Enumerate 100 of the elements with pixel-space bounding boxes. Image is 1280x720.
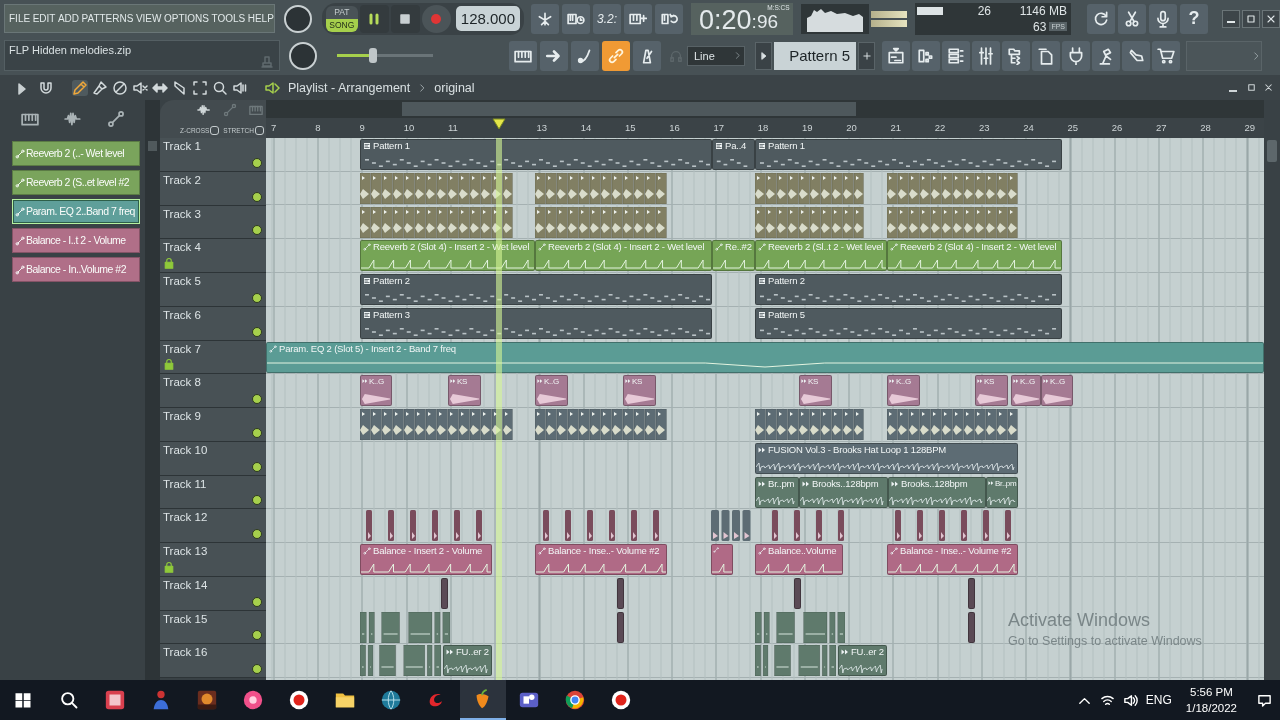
clip-label: K..G: [1050, 377, 1065, 388]
countdown-button[interactable]: 3.2:: [593, 3, 622, 34]
track-header[interactable]: Track 1: [160, 138, 266, 172]
arrangement-name[interactable]: original: [434, 80, 475, 95]
clip-label: K..G: [544, 377, 559, 388]
sample-clip[interactable]: KS: [975, 375, 1008, 407]
automation-clip[interactable]: Balance - Inse..- Volume #2: [535, 544, 667, 575]
track-header[interactable]: Track 15: [160, 610, 266, 645]
automation-clip[interactable]: Balance..Volume: [755, 544, 843, 575]
track-header[interactable]: Track 14: [160, 576, 266, 611]
bar-number: 19: [802, 122, 813, 133]
sample-clip[interactable]: KS: [448, 375, 481, 407]
help-button[interactable]: ?: [1180, 3, 1208, 34]
pattern-clip[interactable]: Pattern 3: [360, 307, 712, 339]
mode-toggle[interactable]: PAT: [325, 5, 358, 19]
sample-clip[interactable]: K..G: [887, 375, 920, 407]
automation-clip[interactable]: Reeverb 2 (Slot 4) - Insert 2 - Wet level: [535, 240, 712, 272]
menu-item[interactable]: OPTIONS: [163, 13, 209, 24]
track-header[interactable]: Track 11: [160, 475, 266, 510]
audio-clip[interactable]: FU..er 2: [443, 645, 492, 677]
track-name: Track 4: [163, 241, 202, 254]
pattern-clip[interactable]: Pattern 1: [360, 139, 712, 170]
track-header[interactable]: Track 3: [160, 205, 266, 240]
track-header[interactable]: Track 9: [160, 408, 266, 442]
audio-clip[interactable]: Br..pm: [986, 476, 1018, 508]
audio-clip[interactable]: Brooks..128bpm: [888, 476, 986, 508]
clip-label: Balance - Inse..- Volume #2: [548, 546, 660, 556]
bar-number: 9: [359, 122, 365, 133]
clip-label: Pattern 2: [373, 276, 410, 286]
automation-clip[interactable]: Balance - Insert 2 - Volume: [360, 544, 492, 575]
audio-clip[interactable]: FU..er 2: [838, 645, 887, 677]
picker-item[interactable]: Reeverb 2 (..- Wet level: [12, 141, 140, 166]
sample-clip[interactable]: K..G: [1011, 375, 1041, 407]
picker-item[interactable]: Balance - I..t 2 - Volume: [12, 228, 140, 253]
bar-number: 23: [979, 122, 990, 133]
audio-clip[interactable]: Brooks..128bpm: [799, 476, 888, 508]
audio-clip[interactable]: FUSION Vol.3 - Brooks Hat Loop 1 128BPM: [755, 442, 1018, 474]
picker-item[interactable]: Reeverb 2 (S..et level #2: [12, 170, 140, 195]
track-name: Track 2: [163, 173, 202, 186]
bar-number: 18: [757, 122, 769, 133]
automation-clip[interactable]: Reeverb 2 (Slot 4) - Insert 2 - Wet level: [887, 240, 1062, 272]
pattern-clip[interactable]: Pattern 2: [360, 274, 712, 305]
clip-label: Brooks..128bpm: [812, 478, 879, 489]
clock[interactable]: 5:56 PM 1/18/2022: [1185, 684, 1237, 716]
menu-item[interactable]: TOOLS: [211, 13, 246, 24]
sample-clip[interactable]: K..G: [535, 375, 568, 407]
clip-label: Brooks..128bpm: [901, 478, 968, 489]
automation-clip[interactable]: Re..#2: [712, 240, 755, 272]
menu-item[interactable]: EDIT: [32, 13, 56, 24]
track-header[interactable]: Track 4: [160, 239, 266, 273]
track-header[interactable]: Track 13: [160, 543, 266, 577]
menu-item[interactable]: HELP: [247, 13, 274, 24]
clip-label: Balance - Inse..- Volume #2: [900, 546, 1012, 556]
pattern-clip[interactable]: Pattern 2: [755, 274, 1062, 305]
track-header[interactable]: Track 16: [160, 644, 266, 678]
bar-number: 22: [934, 122, 946, 133]
sample-clip[interactable]: K..G: [1041, 375, 1073, 407]
clip-label: Param. EQ 2 (Slot 5) - Insert 2 - Band 7 freq: [279, 343, 456, 354]
audio-clip[interactable]: Br..pm: [755, 476, 799, 508]
automation-clip[interactable]: Param. EQ 2 (Slot 5) - Insert 2 - Band 7 freq: [266, 341, 1264, 373]
clip-label: Pattern 5: [768, 309, 805, 320]
sample-clip[interactable]: K..G: [360, 375, 392, 407]
clip-label: Pattern 2: [768, 276, 805, 286]
menu-item[interactable]: PATTERNS: [81, 13, 134, 24]
track-name: Track 10: [163, 443, 209, 456]
bar-number: 13: [536, 122, 548, 133]
automation-clip[interactable]: Balance - Inse..- Volume #2: [887, 544, 1018, 575]
memory-usage: 1146 MB: [1019, 3, 1067, 18]
bar-number: 21: [890, 122, 902, 133]
pattern-selector[interactable]: Pattern 5: [774, 41, 856, 70]
picker-item[interactable]: Balance - In..Volume #2: [12, 257, 140, 282]
tempo-display[interactable]: 128.000: [455, 6, 521, 31]
track-header[interactable]: Track 7: [160, 340, 266, 375]
sample-clip[interactable]: KS: [799, 375, 832, 407]
clip-label: Pa..4: [725, 141, 747, 151]
track-name: Track 3: [163, 207, 202, 220]
menu-item[interactable]: VIEW: [135, 13, 162, 24]
track-header[interactable]: Track 10: [160, 441, 266, 476]
pattern-clip[interactable]: Pattern 1: [755, 139, 1062, 170]
menu-item[interactable]: ADD: [57, 13, 80, 24]
track-header[interactable]: Track 2: [160, 171, 266, 206]
pattern-clip[interactable]: Pattern 5: [755, 307, 1062, 339]
pattern-clip[interactable]: Pa..4: [712, 139, 755, 170]
language-indicator[interactable]: ENG: [1145, 693, 1172, 707]
track-header[interactable]: Track 8: [160, 374, 266, 408]
track-name: Track 6: [163, 308, 202, 321]
automation-clip[interactable]: Reeverb 2 (Slot 4) - Insert 2 - Wet level: [360, 240, 535, 272]
bar-number: 10: [403, 122, 415, 133]
automation-clip[interactable]: Reeverb 2 (Sl..t 2 - Wet level: [755, 240, 887, 272]
track-header[interactable]: Track 5: [160, 273, 266, 307]
menu-item[interactable]: FILE: [9, 13, 31, 24]
sample-clip[interactable]: KS: [623, 375, 656, 407]
clip-label: K..G: [1020, 377, 1035, 388]
track-header[interactable]: Track 12: [160, 509, 266, 543]
picker-item[interactable]: Param. EQ 2..Band 7 freq: [12, 199, 140, 224]
snap-dropdown[interactable]: Line: [687, 45, 745, 66]
bar-number: 29: [1244, 122, 1256, 133]
activation-text: Go to Settings to activate Windows: [1008, 634, 1202, 648]
track-header[interactable]: Track 6: [160, 306, 266, 341]
bar-number: 20: [846, 122, 857, 133]
